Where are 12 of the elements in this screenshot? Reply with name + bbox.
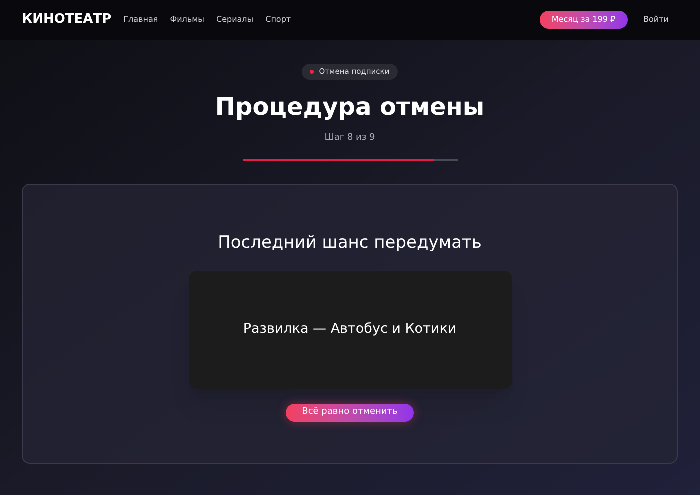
page-title: Процедура отмены — [215, 92, 485, 122]
nav-link[interactable]: Главная — [124, 14, 158, 26]
logo[interactable]: КИНОТЕАТР — [22, 10, 112, 30]
step-counter: Шаг 8 из 9 — [324, 132, 376, 145]
nav-link[interactable]: Сериалы — [216, 14, 254, 26]
login-link[interactable]: Войти — [644, 14, 669, 26]
nav-link[interactable]: Спорт — [266, 14, 292, 26]
subscribe-button[interactable]: Месяц за 199 ₽ — [540, 11, 628, 29]
card-heading: Последний шанс передумать — [218, 232, 482, 254]
cancel-button[interactable]: Всё равно отменить — [286, 404, 414, 422]
offer-title: Развилка — Автобус и Котики — [243, 320, 457, 340]
nav-link[interactable]: Фильмы — [170, 14, 204, 26]
